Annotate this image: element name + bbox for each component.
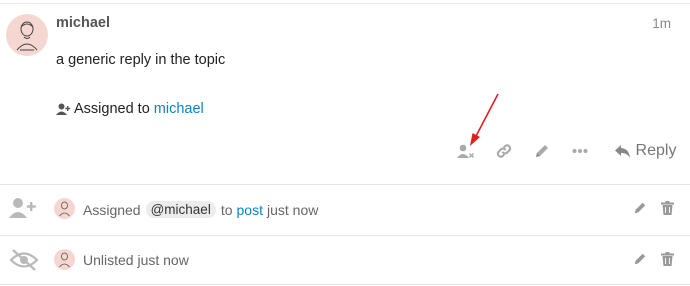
- small-action-text: Assigned @michael to post just now: [83, 201, 318, 218]
- eye-slash-icon: [9, 249, 39, 271]
- divider: [0, 284, 690, 285]
- assigned-prefix: Assigned to: [74, 101, 150, 117]
- pencil-icon[interactable]: [633, 252, 647, 266]
- pencil-icon[interactable]: [633, 201, 647, 215]
- action-prefix: Assigned: [83, 201, 141, 218]
- avatar[interactable]: [54, 198, 75, 219]
- assign-button[interactable]: [453, 138, 479, 164]
- action-time: just now: [266, 201, 319, 218]
- pencil-icon: [536, 145, 548, 157]
- post-username[interactable]: michael: [56, 15, 110, 31]
- reply-label: Reply: [635, 142, 677, 159]
- small-action-text: Unlisted just now: [83, 252, 189, 268]
- action-middle: to: [220, 201, 233, 218]
- user-mention[interactable]: @michael: [145, 201, 216, 218]
- post-date[interactable]: 1m: [652, 16, 671, 31]
- user-plus-icon: [9, 198, 36, 218]
- reply-icon: [614, 144, 630, 158]
- avatar[interactable]: [54, 249, 75, 270]
- link-icon: [496, 144, 512, 158]
- more-icon: [572, 149, 588, 153]
- small-action-unlisted: Unlisted just now: [0, 236, 690, 286]
- top-divider: [0, 3, 690, 4]
- post-body: a generic reply in the topic: [56, 52, 226, 68]
- assigned-notice: Assigned to michael: [56, 101, 204, 117]
- assigned-user-link[interactable]: michael: [154, 101, 204, 117]
- post-actions: Reply: [0, 138, 690, 164]
- edit-post-button[interactable]: [529, 138, 555, 164]
- more-actions-button[interactable]: [567, 138, 593, 164]
- avatar[interactable]: [6, 14, 48, 56]
- assign-user-icon: [457, 144, 474, 158]
- reply-button[interactable]: Reply: [610, 138, 680, 164]
- user-plus-icon: [56, 103, 71, 115]
- copy-link-button[interactable]: [491, 138, 517, 164]
- post-link[interactable]: post: [237, 202, 263, 218]
- trash-icon[interactable]: [661, 201, 674, 215]
- small-action-assigned: Assigned @michael to post just now: [0, 185, 690, 235]
- action-text: Unlisted just now: [83, 252, 189, 268]
- trash-icon[interactable]: [661, 252, 674, 266]
